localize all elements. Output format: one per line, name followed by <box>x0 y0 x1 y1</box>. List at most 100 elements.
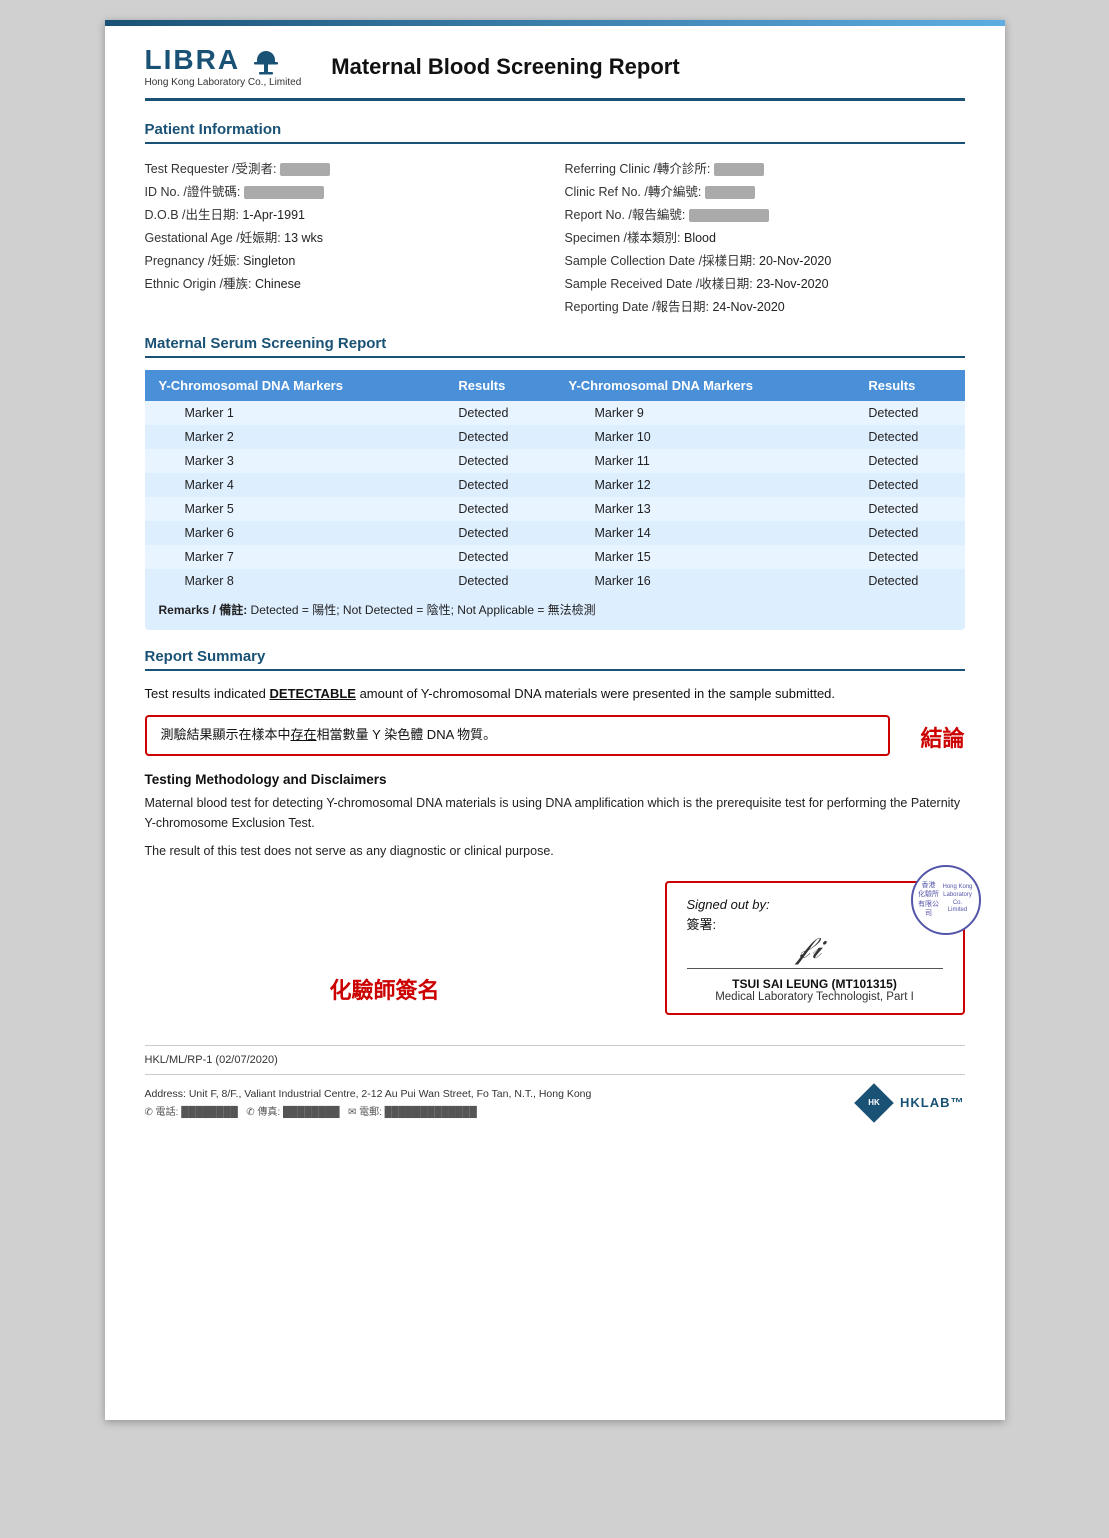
table-row: Marker 7 Detected Marker 15 Detected <box>145 545 965 569</box>
hklab-diamond-wrapper: HK <box>854 1083 894 1123</box>
table-row: Marker 1 Detected Marker 9 Detected <box>145 401 965 425</box>
summary-section-title: Report Summary <box>145 648 965 671</box>
right-marker-name: Marker 9 <box>554 401 854 425</box>
left-marker-result: Detected <box>444 473 554 497</box>
detectable-word: DETECTABLE <box>270 686 356 701</box>
right-marker-name: Marker 16 <box>554 569 854 593</box>
table-row: Marker 8 Detected Marker 16 Detected <box>145 569 965 593</box>
table-row: Marker 6 Detected Marker 14 Detected <box>145 521 965 545</box>
hklab-text: HKLAB™ <box>900 1095 965 1110</box>
signature-area: 化驗師簽名 香港化驗所有限公司Hong KongLaboratory Co.Li… <box>145 881 965 1015</box>
field-specimen: Specimen /樣本類別: Blood <box>565 225 965 248</box>
right-marker-name: Marker 14 <box>554 521 854 545</box>
signature-line: 𝒻𝒾 <box>687 941 943 969</box>
document-page: LIBRA Hong Kong Laboratory Co., Limited … <box>105 20 1005 1420</box>
col3-header: Y-Chromosomal DNA Markers <box>554 370 854 401</box>
field-requester: Test Requester /受測者: <box>145 156 545 179</box>
left-marker-name: Marker 3 <box>145 449 445 473</box>
right-marker-name: Marker 11 <box>554 449 854 473</box>
table-row: Marker 3 Detected Marker 11 Detected <box>145 449 965 473</box>
footer-address: Address: Unit F, 8/F., Valiant Industria… <box>145 1074 965 1123</box>
field-id: ID No. /證件號碼: <box>145 179 545 202</box>
right-marker-result: Detected <box>854 521 964 545</box>
field-pregnancy: Pregnancy /妊娠: Singleton <box>145 248 545 271</box>
stamp-circle: 香港化驗所有限公司Hong KongLaboratory Co.Limited <box>911 865 981 935</box>
serum-section-title: Maternal Serum Screening Report <box>145 335 965 358</box>
left-marker-name: Marker 4 <box>145 473 445 497</box>
right-marker-name: Marker 15 <box>554 545 854 569</box>
field-reporting-date: Reporting Date /報告日期: 24-Nov-2020 <box>565 294 965 317</box>
field-gestational-age: Gestational Age /妊娠期: 13 wks <box>145 225 545 248</box>
left-marker-name: Marker 6 <box>145 521 445 545</box>
field-report-no: Report No. /報告編號: <box>565 202 965 225</box>
footer-ref: HKL/ML/RP-1 (02/07/2020) <box>145 1045 965 1066</box>
libra-icon <box>251 49 281 75</box>
methodology-text1: Maternal blood test for detecting Y-chro… <box>145 793 965 833</box>
patient-info-right: Referring Clinic /轉介診所: Clinic Ref No. /… <box>565 156 965 317</box>
left-marker-name: Marker 8 <box>145 569 445 593</box>
left-marker-name: Marker 1 <box>145 401 445 425</box>
right-marker-result: Detected <box>854 401 964 425</box>
left-marker-result: Detected <box>444 521 554 545</box>
right-marker-name: Marker 13 <box>554 497 854 521</box>
col4-header: Results <box>854 370 964 401</box>
left-marker-result: Detected <box>444 497 554 521</box>
left-marker-result: Detected <box>444 545 554 569</box>
signer-name: TSUI SAI LEUNG (MT101315) <box>687 977 943 991</box>
left-marker-result: Detected <box>444 449 554 473</box>
table-row: Marker 5 Detected Marker 13 Detected <box>145 497 965 521</box>
left-marker-name: Marker 7 <box>145 545 445 569</box>
summary-text: Test results indicated DETECTABLE amount… <box>145 683 965 705</box>
hklab-inner-text: HK <box>868 1098 880 1107</box>
field-referring-clinic: Referring Clinic /轉介診所: <box>565 156 965 179</box>
signer-title: Medical Laboratory Technologist, Part I <box>687 991 943 1003</box>
right-marker-result: Detected <box>854 545 964 569</box>
left-marker-result: Detected <box>444 425 554 449</box>
left-marker-name: Marker 5 <box>145 497 445 521</box>
right-marker-result: Detected <box>854 569 964 593</box>
field-collection-date: Sample Collection Date /採樣日期: 20-Nov-202… <box>565 248 965 271</box>
left-marker-result: Detected <box>444 569 554 593</box>
table-row: Marker 4 Detected Marker 12 Detected <box>145 473 965 497</box>
patient-info-grid: Test Requester /受測者: ID No. /證件號碼: D.O.B… <box>145 156 965 317</box>
table-row: Marker 2 Detected Marker 10 Detected <box>145 425 965 449</box>
footer-ref-text: HKL/ML/RP-1 (02/07/2020) <box>145 1054 278 1066</box>
conclusion-text-box: 測驗結果顯示在樣本中存在相當數量 Y 染色體 DNA 物質。 <box>145 715 891 756</box>
footer-contacts: ✆ 電話: ████████ ✆ 傳真: ████████ ✉ 電郵: ████… <box>145 1103 592 1118</box>
methodology-text2: The result of this test does not serve a… <box>145 841 965 861</box>
field-received-date: Sample Received Date /收樣日期: 23-Nov-2020 <box>565 271 965 294</box>
remarks: Remarks / 備註: Detected = 陽性; Not Detecte… <box>145 593 965 622</box>
left-marker-name: Marker 2 <box>145 425 445 449</box>
conclusion-zh-text: 測驗結果顯示在樣本中存在相當數量 Y 染色體 DNA 物質。 <box>161 725 875 746</box>
conclusion-underline: 存在 <box>291 727 317 742</box>
left-marker-result: Detected <box>444 401 554 425</box>
right-marker-result: Detected <box>854 473 964 497</box>
right-marker-result: Detected <box>854 425 964 449</box>
right-marker-name: Marker 12 <box>554 473 854 497</box>
right-marker-name: Marker 10 <box>554 425 854 449</box>
col2-header: Results <box>444 370 554 401</box>
logo-text: LIBRA <box>145 46 281 75</box>
conclusion-label: 結論 <box>920 715 964 753</box>
sign-chinese: 簽署: <box>687 914 943 933</box>
col1-header: Y-Chromosomal DNA Markers <box>145 370 445 401</box>
sign-box: 香港化驗所有限公司Hong KongLaboratory Co.Limited … <box>665 881 965 1015</box>
serum-table-wrapper: Y-Chromosomal DNA Markers Results Y-Chro… <box>145 370 965 630</box>
header: LIBRA Hong Kong Laboratory Co., Limited … <box>145 46 965 101</box>
chemist-label: 化驗師簽名 <box>145 973 625 1015</box>
right-marker-result: Detected <box>854 449 964 473</box>
report-title: Maternal Blood Screening Report <box>331 54 679 80</box>
right-marker-result: Detected <box>854 497 964 521</box>
logo-area: LIBRA Hong Kong Laboratory Co., Limited <box>145 46 302 88</box>
field-ethnic-origin: Ethnic Origin /種族: Chinese <box>145 271 545 294</box>
field-dob: D.O.B /出生日期: 1-Apr-1991 <box>145 202 545 225</box>
sign-label: Signed out by: <box>687 897 943 912</box>
address-text: Address: Unit F, 8/F., Valiant Industria… <box>145 1088 592 1100</box>
patient-info-left: Test Requester /受測者: ID No. /證件號碼: D.O.B… <box>145 156 545 317</box>
conclusion-box: 測驗結果顯示在樣本中存在相當數量 Y 染色體 DNA 物質。 結論 <box>145 715 965 756</box>
company-name: Hong Kong Laboratory Co., Limited <box>145 77 302 88</box>
patient-info-title: Patient Information <box>145 121 965 144</box>
field-clinic-ref: Clinic Ref No. /轉介編號: <box>565 179 965 202</box>
methodology-title: Testing Methodology and Disclaimers <box>145 772 965 787</box>
top-bar <box>105 20 1005 26</box>
